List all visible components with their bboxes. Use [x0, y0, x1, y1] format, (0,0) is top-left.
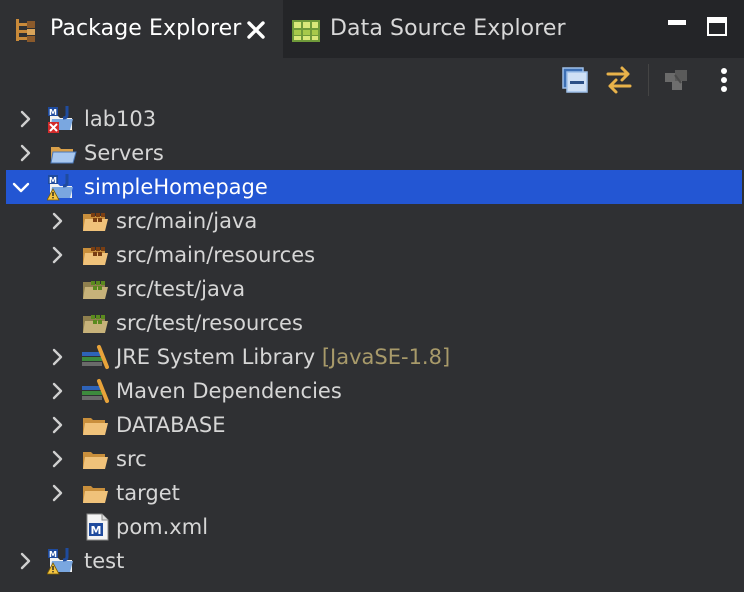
chevron-right-icon[interactable]	[14, 550, 36, 572]
tree-item-target[interactable]: target	[6, 476, 742, 510]
svg-text:M: M	[49, 108, 57, 117]
view-toolbar	[0, 58, 744, 102]
folder-icon	[81, 411, 109, 439]
maven-pom-file-icon: M	[84, 513, 112, 541]
maven-project-warning-icon: M	[46, 547, 75, 575]
tree-item-test[interactable]: M test	[6, 544, 742, 578]
tree-item-label: DATABASE	[116, 413, 226, 437]
tree-item-src[interactable]: src	[6, 442, 742, 476]
filter-icon[interactable]	[660, 63, 694, 97]
close-icon[interactable]	[244, 18, 268, 42]
chevron-right-icon[interactable]	[14, 108, 36, 130]
folder-icon	[81, 479, 109, 507]
chevron-right-icon[interactable]	[46, 380, 68, 402]
tree-item-label: src/test/java	[116, 277, 246, 301]
tree-item-database[interactable]: DATABASE	[6, 408, 742, 442]
tree-item-label: src/main/java	[116, 209, 258, 233]
tree-item-src-test-resources[interactable]: src/test/resources	[6, 306, 742, 340]
svg-text:M: M	[49, 176, 57, 185]
svg-text:M: M	[49, 550, 57, 559]
svg-text:M: M	[91, 524, 102, 537]
folder-project-icon	[49, 139, 77, 167]
chevron-right-icon[interactable]	[46, 414, 68, 436]
tab-label: Data Source Explorer	[330, 16, 566, 41]
tree-item-src-test-java[interactable]: src/test/java	[6, 272, 742, 306]
tree-item-label-group: JRE System Library [JavaSE-1.8]	[116, 343, 450, 371]
chevron-right-icon[interactable]	[46, 448, 68, 470]
collapse-all-icon[interactable]	[558, 63, 592, 97]
tree-item-lab103[interactable]: M lab103	[6, 102, 742, 136]
package-explorer-icon	[13, 17, 39, 43]
tab-data-source-explorer[interactable]: Data Source Explorer	[283, 0, 613, 58]
tree-item-label: JRE System Library	[116, 345, 316, 369]
tree-item-maven-dependencies[interactable]: Maven Dependencies	[6, 374, 742, 408]
chevron-right-icon[interactable]	[46, 210, 68, 232]
tree-item-label: Maven Dependencies	[116, 379, 342, 403]
tree-item-simplehomepage[interactable]: M simpleHomepage	[6, 170, 742, 204]
tree-item-label: Servers	[84, 141, 164, 165]
tree-item-src-main-resources[interactable]: src/main/resources	[6, 238, 742, 272]
tab-package-explorer[interactable]: Package Explorer	[0, 0, 283, 58]
library-icon	[81, 377, 109, 405]
tab-label: Package Explorer	[50, 16, 242, 41]
test-source-folder-icon	[81, 275, 109, 303]
toolbar-separator	[648, 64, 649, 96]
chevron-right-icon[interactable]	[46, 482, 68, 504]
tree-item-servers[interactable]: Servers	[6, 136, 742, 170]
package-tree: M lab103 Servers M simpleHomepage src/ma…	[0, 102, 744, 592]
chevron-right-icon[interactable]	[14, 142, 36, 164]
tree-item-pom-xml[interactable]: M pom.xml	[6, 510, 742, 544]
test-source-folder-icon	[81, 309, 109, 337]
tree-item-src-main-java[interactable]: src/main/java	[6, 204, 742, 238]
view-menu-icon[interactable]	[708, 63, 742, 97]
folder-icon	[81, 445, 109, 473]
maven-project-error-icon: M	[47, 105, 75, 133]
tree-item-label: target	[116, 481, 180, 505]
maven-project-warning-icon: M	[46, 173, 75, 201]
link-with-editor-icon[interactable]	[602, 63, 636, 97]
chevron-down-icon[interactable]	[10, 176, 32, 198]
tree-item-jre-system-library[interactable]: JRE System Library [JavaSE-1.8]	[6, 340, 742, 374]
chevron-right-icon[interactable]	[46, 244, 68, 266]
tree-item-label: pom.xml	[116, 515, 209, 539]
tree-item-label: src	[116, 447, 147, 471]
minimize-icon[interactable]	[664, 13, 690, 39]
source-folder-icon	[81, 207, 109, 235]
maximize-icon[interactable]	[704, 13, 730, 39]
chevron-right-icon[interactable]	[46, 346, 68, 368]
tree-item-label: test	[84, 549, 125, 573]
tree-item-label: src/test/resources	[116, 311, 303, 335]
source-folder-icon	[81, 241, 109, 269]
tree-item-label: src/main/resources	[116, 243, 316, 267]
tree-item-label: simpleHomepage	[84, 175, 268, 199]
data-source-explorer-icon	[291, 17, 320, 43]
library-icon	[81, 343, 109, 371]
tree-item-label: lab103	[84, 107, 157, 131]
tree-item-decoration: [JavaSE-1.8]	[321, 345, 451, 369]
view-tab-bar: Package Explorer Data Source Explorer	[0, 0, 744, 58]
